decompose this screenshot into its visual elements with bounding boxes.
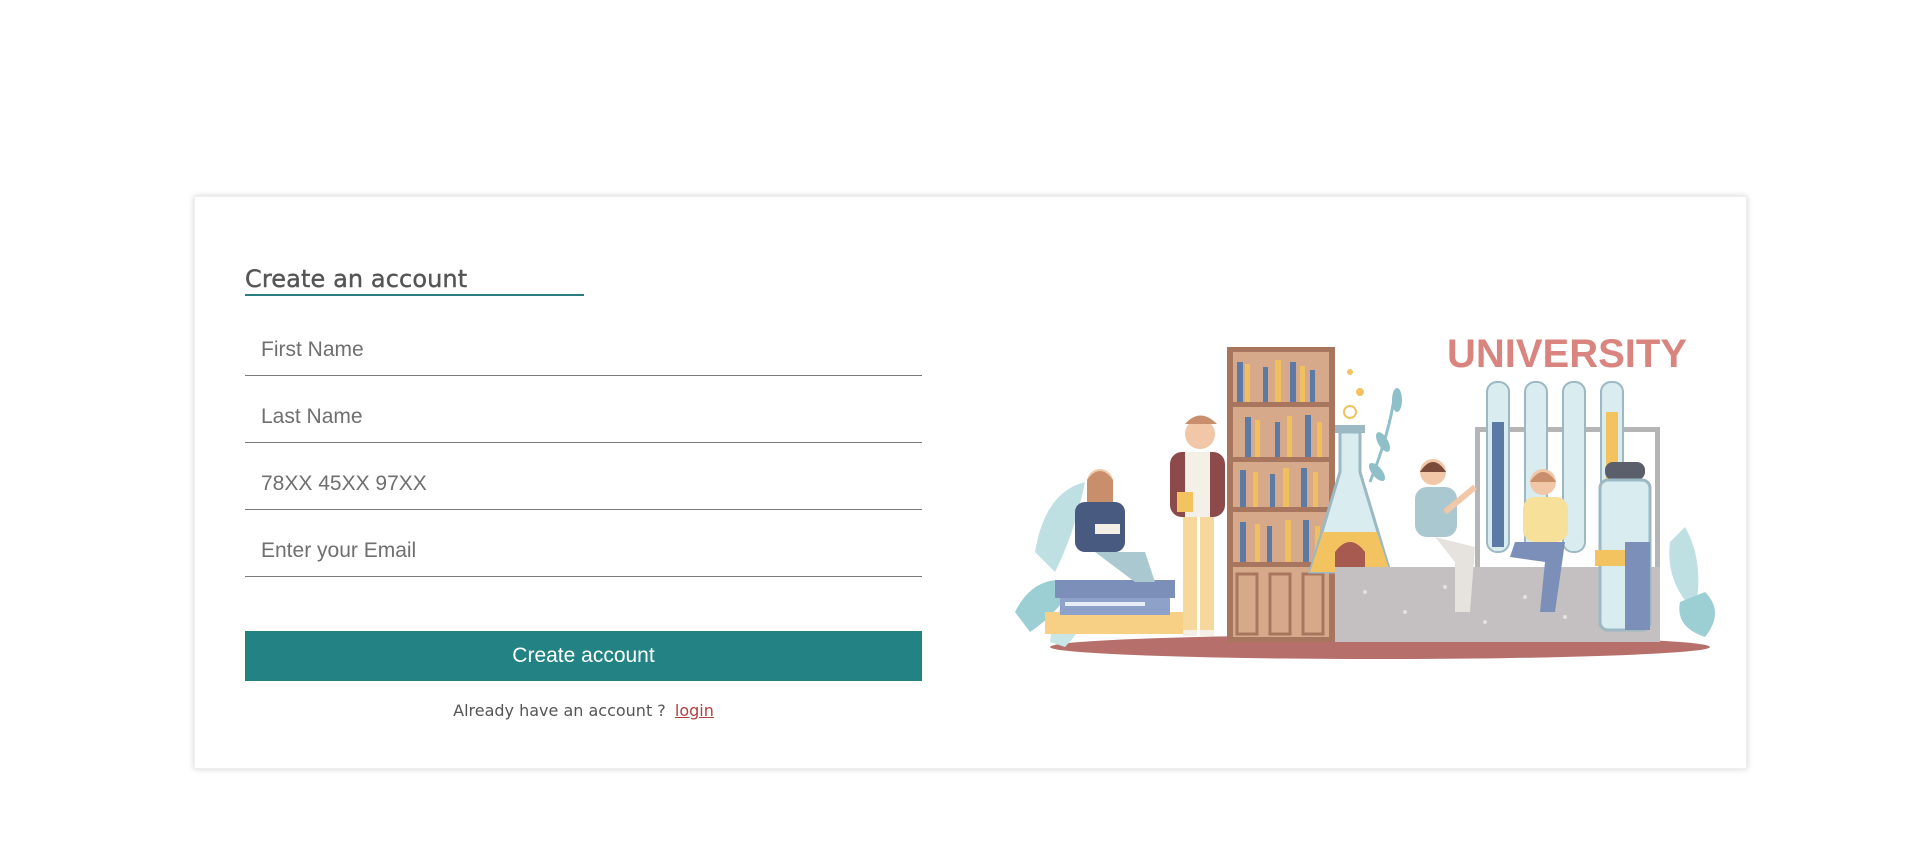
phone-input[interactable] [245, 458, 922, 510]
create-account-button[interactable]: Create account [245, 631, 922, 681]
email-input[interactable] [245, 525, 922, 577]
login-link[interactable]: login [675, 701, 714, 720]
bookshelf [1227, 347, 1335, 642]
login-prompt-line: Already have an account ? login [245, 701, 922, 720]
bottle [1595, 462, 1652, 632]
title-underline [245, 294, 584, 296]
student-standing [1170, 415, 1225, 636]
signup-card: Create an account Create account Already… [194, 196, 1747, 769]
book-stack [1045, 580, 1185, 634]
university-illustration: UNIVERSITY [1015, 332, 1715, 659]
login-prompt-text: Already have an account ? [453, 701, 666, 720]
student-reading [1075, 469, 1155, 582]
university-sign: UNIVERSITY [1447, 332, 1687, 376]
form-title: Create an account [245, 265, 468, 293]
first-name-input[interactable] [245, 324, 922, 376]
last-name-input[interactable] [245, 391, 922, 443]
leaves-right [1669, 527, 1715, 637]
